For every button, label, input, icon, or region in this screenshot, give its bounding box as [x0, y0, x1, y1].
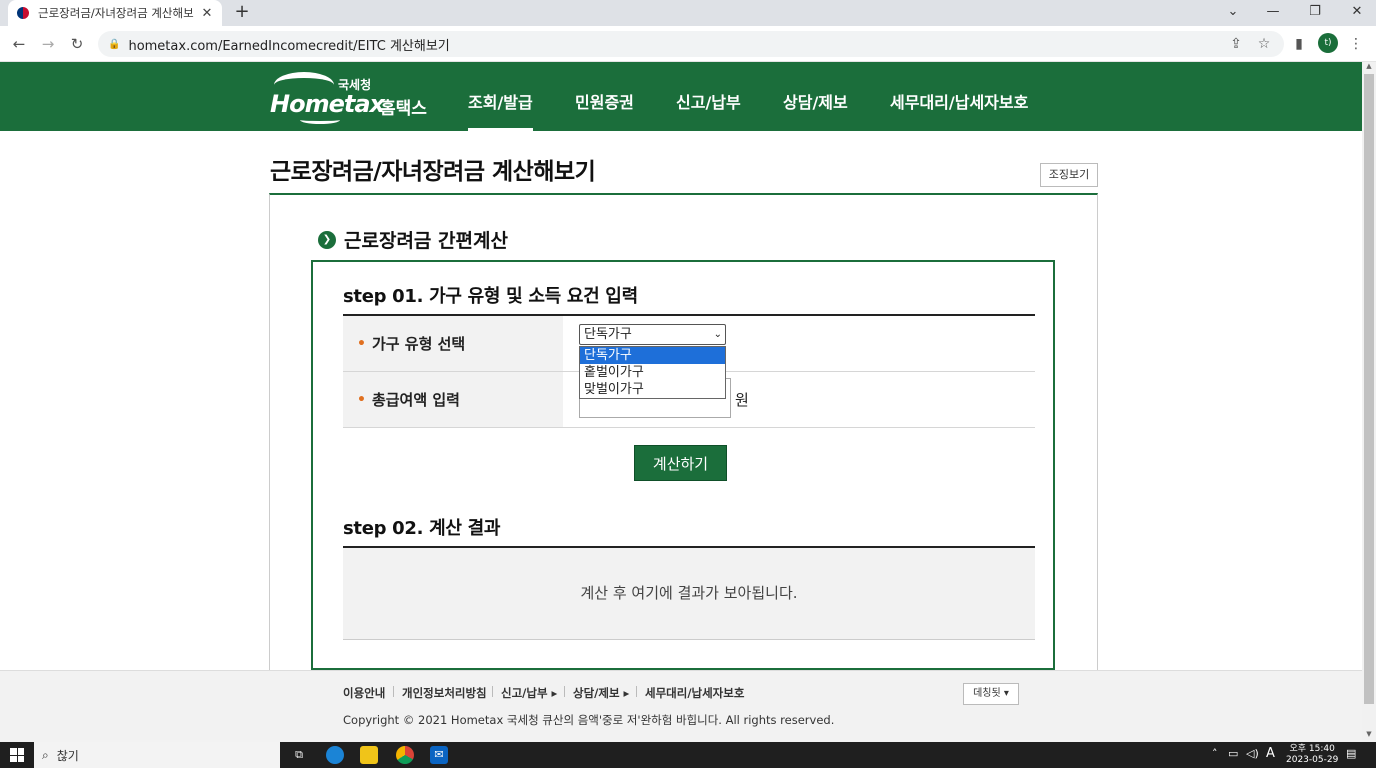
file-explorer-icon[interactable] — [360, 746, 378, 764]
tab-title: 근로장려금/자녀장려금 계산해보 — [38, 6, 194, 20]
nav-report-payment[interactable]: 신고/납부 — [676, 62, 741, 131]
household-select[interactable]: 단독가구 ⌄ — [579, 324, 726, 345]
reload-icon[interactable]: ↻ — [67, 34, 87, 54]
footer-link-privacy[interactable]: 개인정보처리방침 — [402, 685, 487, 701]
volume-icon[interactable]: ◁) — [1246, 747, 1259, 760]
logo-swoosh-icon — [300, 116, 340, 124]
browser-tabstrip: 근로장려금/자녀장려금 계산해보 ✕ + ⌄ — ❐ ✕ — [0, 0, 1376, 26]
bookmark-star-icon[interactable]: ☆ — [1254, 34, 1274, 54]
nav-inquiry-issue[interactable]: 조회/발급 — [468, 62, 533, 131]
new-tab-button[interactable]: + — [232, 2, 252, 22]
section-title: ❯ 근로장려금 간편계산 — [318, 226, 508, 253]
bullet-dot-icon: • — [357, 391, 366, 408]
option-single[interactable]: 단독가구 — [580, 347, 725, 364]
task-view-icon[interactable]: ⧉ — [290, 746, 308, 764]
page-scrollbar[interactable]: ▲ ▼ — [1362, 62, 1376, 742]
close-tab-icon[interactable]: ✕ — [200, 6, 214, 21]
footer-separator — [636, 686, 637, 697]
nav-civil-certificate[interactable]: 민원증권 — [575, 62, 634, 131]
ime-indicator[interactable]: A — [1266, 746, 1275, 761]
search-icon: ⌕ — [42, 747, 49, 762]
household-select-value: 단독가구 — [584, 327, 632, 342]
family-site-select[interactable]: 데칭됫 ▾ — [963, 683, 1019, 705]
minimize-button[interactable]: — — [1250, 0, 1296, 26]
step2-title: step 02. 계산 결과 — [343, 518, 501, 539]
footer-link-consult[interactable]: 상담/제보 ▸ — [573, 685, 629, 701]
chevron-right-icon: ❯ — [318, 230, 336, 249]
taskbar-search-placeholder: 찮기 — [56, 748, 79, 763]
copyright-text: Copyright © 2021 Hometax 국세청 큐산의 음액'중로 저… — [343, 713, 835, 727]
option-dual-earner[interactable]: 맞벌이가구 — [580, 381, 725, 398]
tray-chevron-icon[interactable]: ˄ — [1212, 747, 1218, 760]
footer-link-guide[interactable]: 이용안내 — [343, 685, 385, 701]
household-label: • 가구 유형 선택 — [343, 316, 563, 371]
income-label: • 총급여액 입력 — [343, 372, 563, 427]
org-view-button[interactable]: 조징보기 — [1040, 163, 1098, 187]
taeguk-favicon-icon — [16, 6, 30, 20]
edge-icon[interactable] — [326, 746, 344, 764]
browser-tab[interactable]: 근로장려금/자녀장려금 계산해보 ✕ — [8, 0, 222, 26]
back-icon[interactable]: ← — [9, 34, 29, 54]
chrome-icon[interactable] — [396, 746, 414, 764]
footer-link-report[interactable]: 신고/납부 ▸ — [501, 685, 557, 701]
site-footer: 이용안내 개인정보처리방침 신고/납부 ▸ 상담/제보 ▸ 세무대리/납세자보호… — [0, 670, 1362, 742]
nav-consult-report[interactable]: 상담/제보 — [783, 62, 848, 131]
restore-button[interactable]: ❐ — [1292, 0, 1338, 26]
share-icon[interactable]: ⇪ — [1226, 34, 1246, 54]
forward-icon[interactable]: → — [38, 34, 58, 54]
footer-separator — [564, 686, 565, 697]
nav-tax-agent-protection[interactable]: 세무대리/납세자보호 — [890, 62, 1028, 131]
income-label-text: 총급여액 입력 — [371, 391, 460, 409]
page-title: 근로장려금/자녀장려금 계산해보기 — [270, 159, 596, 185]
mail-icon[interactable]: ✉ — [430, 746, 448, 764]
footer-separator — [492, 686, 493, 697]
clock-date: 2023-05-29 — [1286, 755, 1339, 765]
site-header: 국세청 Hometax 홈택스 조회/발급 민원증권 신고/납부 상담/제보 세… — [0, 62, 1362, 131]
footer-link-agent[interactable]: 세무대리/납세자보호 — [645, 685, 744, 701]
url-text: hometax.com/EarnedIncomecredit/EITC 계산해보… — [128, 38, 450, 54]
logo-korean-text: 홈택스 — [380, 99, 427, 119]
scrollbar-thumb[interactable] — [1364, 74, 1374, 704]
windows-taskbar: ⌕ 찮기 ⧉ ✉ ˄ ▭ ◁) A 오후 15:40 2023-05-29 ▤ — [0, 742, 1376, 768]
scroll-down-icon[interactable]: ▼ — [1362, 730, 1376, 742]
clock-time: 오후 15:40 — [1289, 744, 1335, 754]
option-single-earner[interactable]: 홑벌이가구 — [580, 364, 725, 381]
section-title-text: 근로장려금 간편계산 — [344, 230, 508, 252]
taskbar-search[interactable]: ⌕ 찮기 — [34, 742, 280, 768]
side-panel-icon[interactable]: ▮ — [1289, 34, 1309, 54]
calculate-button[interactable]: 계산하기 — [634, 445, 727, 481]
windows-start-icon[interactable] — [10, 748, 24, 762]
notification-icon[interactable]: ▤ — [1346, 747, 1356, 760]
footer-separator — [393, 686, 394, 697]
chevron-down-icon: ⌄ — [713, 329, 722, 340]
menu-kebab-icon[interactable]: ⋮ — [1346, 34, 1366, 54]
household-label-text: 가구 유형 선택 — [371, 335, 466, 353]
profile-avatar[interactable]: t) — [1318, 33, 1338, 53]
result-area: 계산 후 여기에 결과가 보아됩니다. — [343, 548, 1035, 640]
taskbar-clock[interactable]: 오후 15:40 2023-05-29 — [1286, 744, 1338, 766]
hometax-logo[interactable]: 국세청 Hometax 홈택스 — [270, 70, 435, 124]
scroll-up-icon[interactable]: ▲ — [1362, 62, 1376, 74]
bullet-dot-icon: • — [357, 335, 366, 352]
network-icon[interactable]: ▭ — [1228, 747, 1238, 760]
step1-title: step 01. 가구 유형 및 소득 요건 입력 — [343, 286, 638, 307]
close-window-button[interactable]: ✕ — [1334, 0, 1376, 26]
income-unit: 원 — [735, 391, 749, 409]
logo-english-text: Hometax — [270, 90, 385, 118]
lock-icon: 🔒 — [108, 38, 121, 50]
browser-toolbar: ← → ↻ 🔒 hometax.com/EarnedIncomecredit/E… — [0, 26, 1376, 62]
address-bar[interactable]: 🔒 hometax.com/EarnedIncomecredit/EITC 계산… — [98, 31, 1284, 57]
household-dropdown: 단독가구 홑벌이가구 맞벌이가구 — [579, 346, 726, 399]
